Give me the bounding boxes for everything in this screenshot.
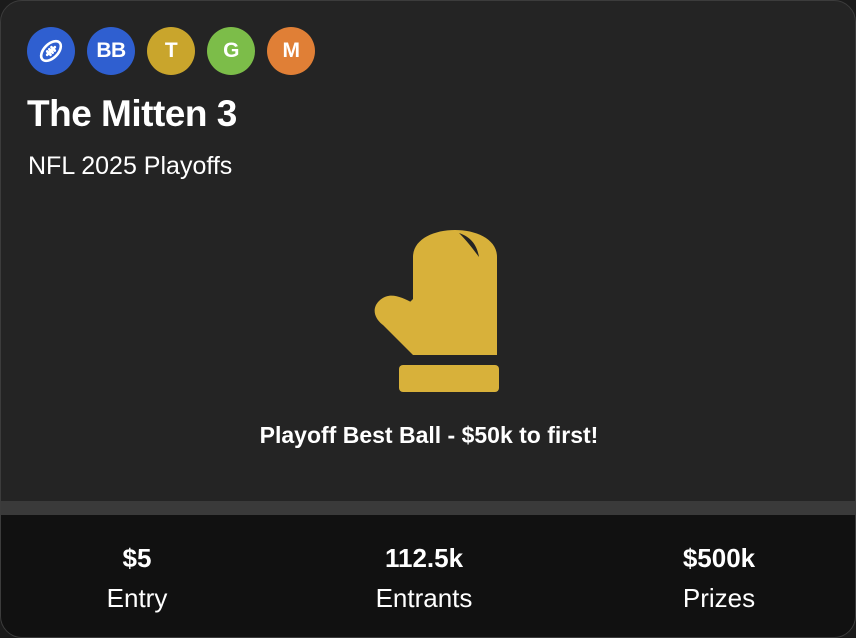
entrants-value: 112.5k: [384, 543, 464, 573]
best-ball-badge: BB: [87, 27, 135, 75]
prizes-label: Prizes: [682, 583, 756, 613]
mitten-icon: [374, 230, 499, 392]
multi-entry-badge: M: [267, 27, 315, 75]
entrants-stat: 112.5k Entrants: [304, 541, 544, 614]
contest-card[interactable]: BB T G M The Mitten 3 NFL 2025 Playoffs …: [0, 0, 856, 638]
badge-label: T: [164, 39, 178, 62]
tag-badges: BB T G M: [27, 27, 315, 75]
entrants-label: Entrants: [375, 583, 473, 613]
guaranteed-badge: G: [207, 27, 255, 75]
entry-label: Entry: [106, 583, 168, 613]
contest-subtitle: NFL 2025 Playoffs: [28, 152, 233, 180]
stats-bar: $5 Entry 112.5k Entrants $500k Prizes: [1, 515, 855, 637]
prizes-stat: $500k Prizes: [599, 541, 839, 614]
badge-label: BB: [96, 39, 126, 62]
badge-label: M: [282, 39, 301, 62]
entry-stat: $5 Entry: [17, 541, 257, 614]
divider: [1, 501, 855, 515]
sport-badge: [27, 27, 75, 75]
entry-value: $5: [122, 543, 152, 573]
contest-title: The Mitten 3: [27, 93, 237, 134]
badge-label: G: [223, 39, 239, 62]
prizes-value: $500k: [682, 543, 756, 573]
contest-tagline: Playoff Best Ball - $50k to first!: [259, 422, 599, 448]
football-icon: [39, 39, 63, 63]
tournament-badge: T: [147, 27, 195, 75]
